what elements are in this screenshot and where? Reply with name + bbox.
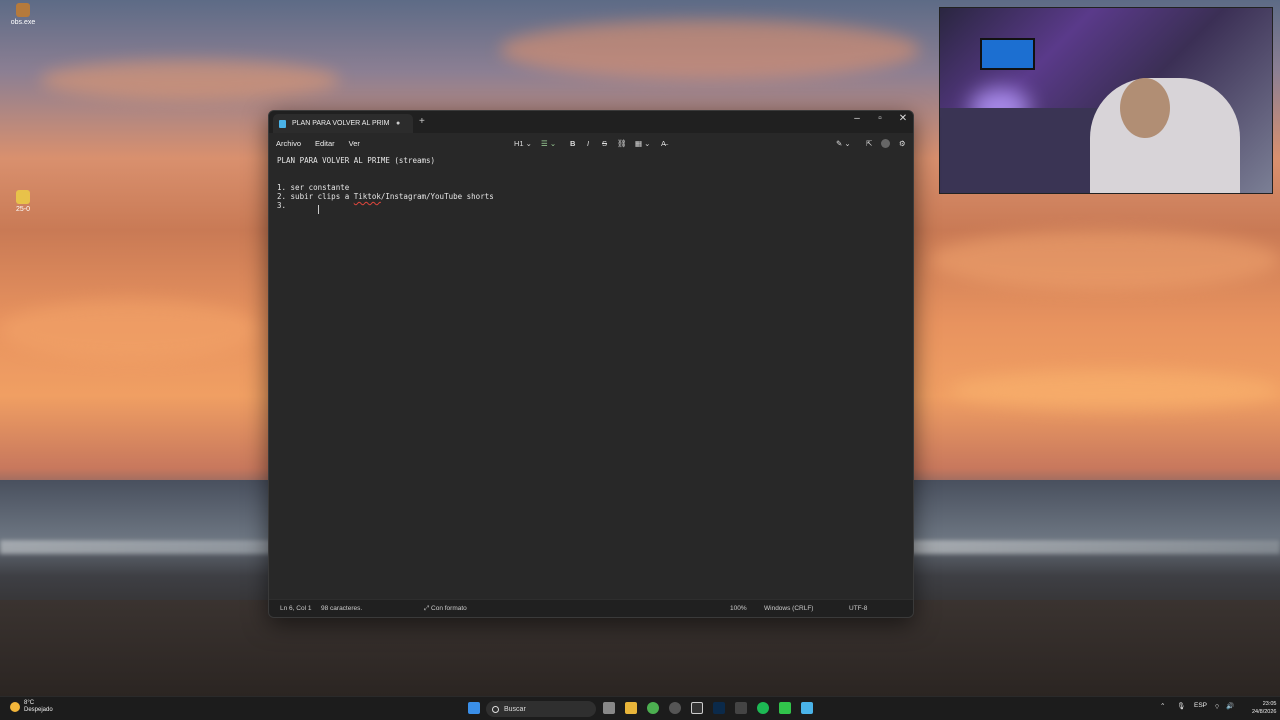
wallpaper-cloud [500, 20, 920, 80]
menu-bar: Archivo Editar Ver [269, 133, 913, 153]
menu-file[interactable]: Archivo [269, 139, 308, 148]
search-icon [492, 705, 499, 713]
webcam-overlay [939, 7, 1273, 194]
microphone-icon[interactable]: 🎙 [1177, 702, 1185, 710]
weather-temp: 8°C [24, 700, 35, 706]
character-count: 98 caracteres. [321, 605, 363, 612]
weather-desc: Despejado [24, 707, 53, 713]
list-icon: ☰ [541, 138, 548, 148]
list-line-2-end: /Instagram/YouTube shorts [380, 192, 494, 201]
document-title-line: PLAN PARA VOLVER AL PRIME (streams) [277, 156, 436, 165]
account-icon[interactable] [881, 133, 890, 153]
empty-line [277, 165, 907, 174]
heading-dropdown[interactable]: H1 ⌄ [514, 133, 532, 153]
menu-edit[interactable]: Editar [308, 139, 342, 148]
weather-widget[interactable]: 8°C Despejado [10, 700, 53, 714]
webcam-tv [980, 38, 1035, 70]
wifi-icon[interactable]: ⌔ [1214, 702, 1220, 711]
folder-icon [16, 190, 30, 204]
format-toggle[interactable]: ⤢ Con formato [424, 605, 467, 613]
tab-title: PLAN PARA VOLVER AL PRIME (stre [292, 120, 390, 127]
italic-button[interactable]: I [587, 133, 589, 153]
taskbar: 8°C Despejado Buscar ⌃ 🎙 ESP ⌔ 🔊 23:05 2… [0, 696, 1280, 720]
windows-start-icon[interactable] [468, 702, 480, 714]
search-placeholder: Buscar [504, 705, 526, 713]
status-bar: Ln 6, Col 1 98 caracteres. ⤢ Con formato… [269, 599, 913, 617]
clock[interactable]: 23:05 24/8/2026 [1252, 700, 1276, 716]
text-editor[interactable]: PLAN PARA VOLVER AL PRIME (streams) 1. s… [277, 155, 907, 595]
strikethrough-button[interactable]: S [602, 133, 607, 153]
wallpaper-cloud [0, 300, 260, 360]
chrome-icon[interactable] [647, 702, 659, 714]
menu-view[interactable]: Ver [342, 139, 367, 148]
notepad-taskbar-icon[interactable] [801, 702, 813, 714]
link-button[interactable]: ⛓ [617, 133, 627, 153]
table-button[interactable]: ▦ ⌄ [635, 133, 650, 153]
new-tab-button[interactable]: + [419, 116, 425, 127]
wallpaper-cloud [950, 370, 1280, 410]
gear-icon[interactable]: ⚙ [899, 133, 906, 153]
title-bar: PLAN PARA VOLVER AL PRIME (stre ● + – ▫ … [269, 111, 913, 133]
obs-icon [16, 3, 30, 17]
text-cursor-icon [318, 205, 322, 214]
file-explorer-icon[interactable] [625, 702, 637, 714]
search-input[interactable]: Buscar [486, 701, 596, 717]
copilot-icon[interactable]: ✎ ⌄ [836, 133, 851, 153]
tab-document[interactable]: PLAN PARA VOLVER AL PRIME (stre ● [273, 114, 413, 133]
list-line-1: 1. ser constante [277, 183, 350, 192]
desktop-icon-label: obs.exe [10, 19, 36, 26]
capcut-icon[interactable] [691, 702, 703, 714]
time: 23:05 [1262, 701, 1277, 707]
moon-icon [10, 702, 20, 712]
maximize-button[interactable]: ▫ [869, 113, 891, 124]
chevron-up-icon[interactable]: ⌃ [1160, 702, 1165, 710]
cursor-position: Ln 6, Col 1 [280, 605, 312, 612]
bold-button[interactable]: B [570, 133, 575, 153]
list-button[interactable]: ☰ ⌄ [541, 133, 556, 153]
weather-text: 8°C Despejado [24, 700, 53, 714]
obs-taskbar-icon[interactable] [669, 702, 681, 714]
empty-line [277, 174, 907, 183]
app-icon[interactable] [735, 702, 747, 714]
minimize-button[interactable]: – [846, 113, 868, 124]
share-icon[interactable]: ⇱ [866, 133, 872, 153]
list-line-2: 2. subir clips a Tiktok/Instagram/YouTub… [277, 192, 907, 201]
zoom-level[interactable]: 100% [730, 605, 747, 612]
streaming-app-icon[interactable] [779, 702, 791, 714]
desktop-icon-folder[interactable]: 25-0 [3, 190, 43, 213]
misspelled-word: Tiktok [353, 192, 381, 201]
encoding[interactable]: UTF-8 [849, 605, 867, 612]
wallpaper-cloud [40, 60, 340, 100]
clear-format-button[interactable]: A̶ [661, 133, 666, 153]
line-ending[interactable]: Windows (CRLF) [764, 605, 813, 612]
format-label: Con formato [431, 605, 467, 612]
heading-label: H1 [514, 138, 524, 148]
task-view-icon[interactable] [603, 702, 615, 714]
notepad-window: PLAN PARA VOLVER AL PRIME (stre ● + – ▫ … [268, 110, 914, 618]
date: 24/8/2026 [1252, 709, 1277, 715]
desktop-icon-obs[interactable]: obs.exe [3, 3, 43, 26]
list-line-3: 3. [277, 201, 291, 210]
spotify-icon[interactable] [757, 702, 769, 714]
wallpaper-cloud [930, 230, 1280, 290]
list-line-2-start: 2. subir clips a [277, 192, 354, 201]
tab-close-icon[interactable]: ● [396, 120, 400, 127]
table-icon: ▦ [635, 138, 643, 148]
volume-icon[interactable]: 🔊 [1226, 702, 1234, 710]
desktop-icon-label: 25-0 [15, 206, 30, 213]
close-button[interactable]: ✕ [892, 113, 913, 124]
language-indicator[interactable]: ESP [1194, 702, 1207, 709]
webcam-head [1120, 78, 1170, 138]
notepad-icon [279, 119, 286, 128]
photoshop-icon[interactable] [713, 702, 725, 714]
